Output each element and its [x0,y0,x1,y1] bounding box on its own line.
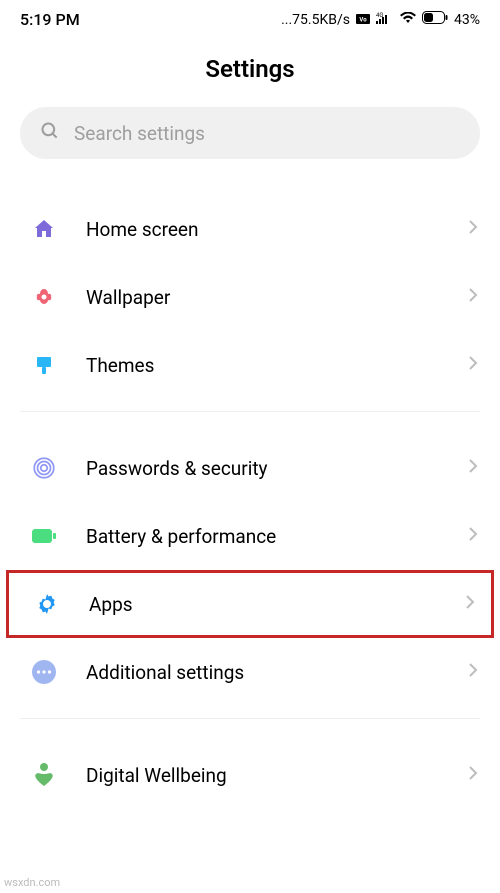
gear-icon [33,590,61,618]
watermark: wsxdn.com [4,876,60,889]
settings-item-label: Digital Wellbeing [86,764,440,787]
battery-icon [30,522,58,550]
home-icon [30,215,58,243]
settings-item-apps[interactable]: Apps [6,570,494,638]
settings-item-label: Apps [89,593,437,616]
signal-icon: 4G [376,12,394,28]
chevron-right-icon [468,765,478,785]
settings-item-additional[interactable]: Additional settings [0,638,500,706]
settings-item-label: Themes [86,354,440,377]
status-bar: 5:19 PM ...75.5KB/s Vo 4G 43% [0,0,500,35]
page-title: Settings [0,35,500,107]
settings-item-label: Battery & performance [86,525,440,548]
network-speed: ...75.5KB/s [281,12,350,28]
search-box[interactable] [20,107,480,159]
divider [20,411,480,412]
svg-text:Vo: Vo [359,16,367,23]
heart-person-icon [30,761,58,789]
settings-item-battery[interactable]: Battery & performance [0,502,500,570]
settings-item-home-screen[interactable]: Home screen [0,195,500,263]
chevron-right-icon [468,526,478,546]
settings-list: Home screen Wallpaper Themes Passwords &… [0,195,500,809]
chevron-right-icon [465,594,475,614]
wifi-icon [400,12,416,28]
settings-item-wallpaper[interactable]: Wallpaper [0,263,500,331]
fingerprint-icon [30,454,58,482]
search-input[interactable] [74,122,460,145]
settings-item-themes[interactable]: Themes [0,331,500,399]
dots-icon [30,658,58,686]
settings-item-label: Home screen [86,218,440,241]
status-indicators: ...75.5KB/s Vo 4G 43% [281,11,480,28]
battery-icon [422,11,448,28]
chevron-right-icon [468,287,478,307]
settings-item-label: Wallpaper [86,286,440,309]
flower-icon [30,283,58,311]
settings-item-label: Passwords & security [86,457,440,480]
status-time: 5:19 PM [20,10,80,29]
chevron-right-icon [468,355,478,375]
settings-item-label: Additional settings [86,661,440,684]
chevron-right-icon [468,458,478,478]
battery-percentage: 43% [454,12,480,28]
chevron-right-icon [468,219,478,239]
chevron-right-icon [468,662,478,682]
search-icon [40,121,60,145]
divider [20,718,480,719]
brush-icon [30,351,58,379]
volte-icon: Vo [356,12,370,28]
settings-item-wellbeing[interactable]: Digital Wellbeing [0,741,500,809]
settings-item-passwords[interactable]: Passwords & security [0,434,500,502]
